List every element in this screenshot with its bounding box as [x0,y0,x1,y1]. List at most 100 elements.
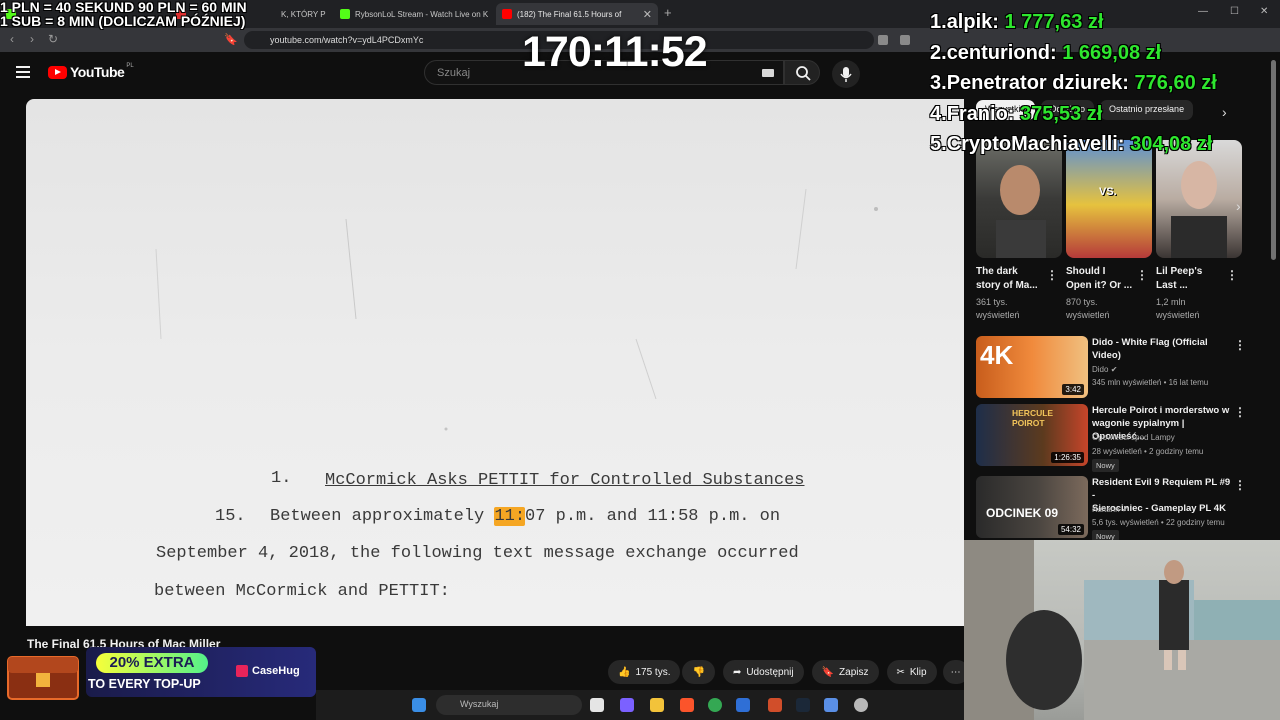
video-thumbnail[interactable]: 4K 3:42 [976,336,1088,398]
video-meta: 5,6 tys. wyświetleń • 22 godziny temu [1092,518,1225,527]
video-duration: 1:26:35 [1051,452,1084,463]
copilot-icon[interactable] [620,698,634,712]
verified-icon: ✔ [1110,365,1118,374]
share-button[interactable]: ➦ Udostępnij [722,660,804,684]
video-menu-icon[interactable]: ⋮ [1234,478,1246,492]
short-menu-icon[interactable]: ⋮ [1046,268,1058,282]
windows-start-icon[interactable] [412,698,426,712]
reload-icon[interactable]: ↻ [48,32,58,46]
video-title-link[interactable]: Dido - White Flag (Official Video) [1092,336,1232,362]
doc-line-1-start: Between approximately [270,507,495,526]
chrome-icon[interactable] [708,698,722,712]
channel-label: Kaftann [1092,505,1120,514]
verified-icon: ✔ [1121,505,1129,514]
leaderboard-entry: 1.alpik: 1 777,63 zł [930,7,1260,38]
bookmark-icon[interactable]: 🔖 [224,33,238,46]
video-thumbnail[interactable]: ODCINEK 09 54:32 [976,476,1088,538]
back-icon[interactable]: ‹ [10,32,14,46]
video-menu-icon[interactable]: ⋮ [1234,338,1246,352]
short-menu-icon[interactable]: ⋮ [1136,268,1148,282]
channel-label: Dido [1092,365,1109,374]
doc-paragraph-number: 15. [215,507,246,526]
video-actions: 👍 175 tys. 👎 ➦ Udostępnij 🔖 Zapisz ✂ Kli… [608,660,969,684]
webcam-overlay [964,540,1280,720]
short-title-line: The dark [976,266,1018,277]
top-up-text: TO EVERY TOP-UP [88,677,201,691]
thumb-text: HERCULE POIROT [1012,408,1054,428]
browser-tab[interactable]: RybsonLoL Stream - Watch Live on K [340,3,490,25]
youtube-wordmark: YouTube [70,64,125,80]
share-page-icon[interactable] [900,35,910,45]
doc-heading: McCormick Asks PETTIT for Controlled Sub… [325,471,805,490]
video-menu-icon[interactable]: ⋮ [1234,405,1246,419]
youtube-logo[interactable]: YouTube PL [48,63,134,80]
subathon-timer: 170:11:52 [522,28,708,76]
thumb-text: ODCINEK 09 [986,506,1059,520]
video-thumbnail[interactable]: HERCULE POIROT 1:26:35 [976,404,1088,466]
extra-percent-pill: 20% EXTRA [96,653,208,673]
notepad-icon[interactable] [824,698,838,712]
obs-icon[interactable] [854,698,868,712]
video-meta: 28 wyświetleń • 2 godziny temu [1092,447,1204,456]
casehug-ad[interactable]: 20% EXTRA TO EVERY TOP-UP CaseHug [4,647,316,703]
new-tab-icon[interactable]: + [664,5,672,20]
short-thumb-vs: VS. [1099,186,1117,198]
video-player[interactable]: 1. McCormick Asks PETTIT for Controlled … [26,99,964,626]
video-title-line: Dido - White Flag (Official [1092,337,1208,348]
file-explorer-icon[interactable] [650,698,664,712]
screen: K, KTÓRY PO RybsonLoL Stream - Watch Liv… [0,0,1280,720]
clip-label: Klip [909,666,927,678]
channel-name[interactable]: Opowieści spod Lampy [1092,433,1175,442]
bookmark-add-icon: 🔖 [821,666,835,678]
short-views: 361 tys. [976,297,1008,307]
short-menu-icon[interactable]: ⋮ [1226,268,1238,282]
short-title-line: Open it? Or ... [1066,280,1133,291]
leaderboard-name: Franio: [946,102,1015,125]
task-view-icon[interactable] [590,698,604,712]
short-title[interactable]: Should I Open it? Or ... [1066,265,1140,293]
extension-icon[interactable] [878,35,888,45]
brave-icon[interactable] [680,698,694,712]
close-tab-icon[interactable]: ✕ [637,8,652,21]
video-meta: 345 mln wyświetleń • 16 lat temu [1092,378,1209,387]
short-title[interactable]: The dark story of Ma... [976,265,1050,293]
menu-icon[interactable] [16,66,30,81]
save-button[interactable]: 🔖 Zapisz [811,660,879,684]
taskbar-search-placeholder: Wyszukaj [460,699,499,709]
close-window-icon[interactable]: ✕ [1260,6,1268,17]
donor-leaderboard: 1.alpik: 1 777,63 zł 2.centuriond: 1 669… [930,7,1260,160]
search-button[interactable] [784,60,820,85]
donation-rule-line: 1 SUB = 8 MIN (DOLICZAM PÓŹNIEJ) [0,13,246,29]
kick-favicon-icon [340,9,350,19]
store-icon[interactable] [736,698,750,712]
tab-label: (182) The Final 61.5 Hours of [517,9,622,19]
url-text: youtube.com/watch?v=ydL4PCDxmYc [270,35,424,45]
voice-search-button[interactable] [832,60,860,88]
leaderboard-entry: 5.CryptoMachiavelli: 304,08 zł [930,129,1260,160]
channel-name[interactable]: Kaftann ✔ [1092,505,1129,514]
like-button[interactable]: 👍 175 tys. [608,660,681,684]
forward-icon[interactable]: › [30,32,34,46]
donation-rules-overlay: 1 PLN = 40 SEKUND 90 PLN = 60 MIN 1 SUB … [0,0,290,28]
leaderboard-amount: 776,60 zł [1134,72,1217,94]
short-meta: 1,2 mln wyświetleń [1156,296,1230,322]
leaderboard-amount: 1 669,08 zł [1062,41,1162,64]
steam-icon[interactable] [796,698,810,712]
clip-button[interactable]: ✂ Klip [886,660,937,684]
shorts-next-icon[interactable]: › [1236,198,1241,214]
app-icon[interactable] [768,698,782,712]
new-badge: Nowy [1092,459,1119,472]
leaderboard-name: alpik: [946,11,999,33]
channel-name[interactable]: Dido ✔ [1092,365,1117,374]
leaderboard-amount: 375,53 zł [1020,102,1103,125]
keyboard-icon[interactable] [762,69,774,77]
taskbar-search[interactable]: Wyszukaj [436,695,582,715]
leaderboard-name: centuriond: [946,41,1057,64]
dislike-button[interactable]: 👎 [682,660,715,684]
short-title[interactable]: Lil Peep's Last ... [1156,265,1230,293]
browser-tab-active[interactable]: (182) The Final 61.5 Hours of ✕ [496,3,658,25]
leaderboard-name: CryptoMachiavelli: [946,133,1125,155]
treasure-chest-icon [7,656,79,700]
short-meta: 870 tys. wyświetleń [1066,296,1140,322]
page-scrollbar[interactable] [1271,60,1276,260]
